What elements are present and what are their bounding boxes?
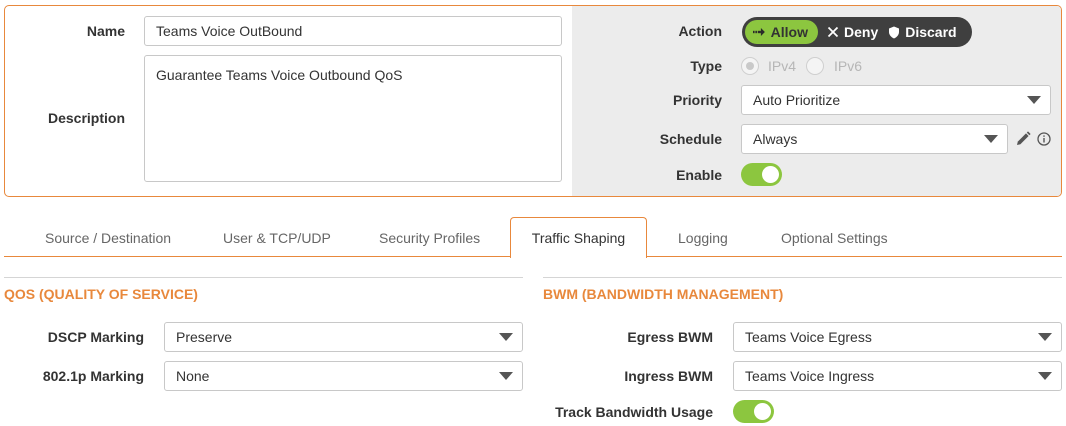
- enable-label: Enable: [676, 167, 722, 183]
- info-icon[interactable]: [1037, 132, 1051, 146]
- qos-divider: [4, 277, 523, 278]
- qos-section-title: QOS (QUALITY OF SERVICE): [4, 286, 198, 302]
- chevron-down-icon: [499, 372, 513, 380]
- dscp-marking-label: DSCP Marking: [47, 329, 144, 345]
- dscp-marking-value: Preserve: [176, 329, 233, 345]
- action-allow-label: Allow: [770, 24, 808, 40]
- shield-icon: [889, 26, 900, 38]
- tab-security-profiles[interactable]: Security Profiles: [379, 230, 480, 246]
- type-ipv6-label: IPv6: [834, 58, 863, 74]
- type-label: Type: [690, 58, 722, 74]
- description-label: Description: [47, 110, 125, 126]
- schedule-select[interactable]: Always: [741, 124, 1008, 154]
- ingress-bwm-value: Teams Voice Ingress: [745, 368, 875, 384]
- egress-bwm-value: Teams Voice Egress: [745, 329, 872, 345]
- action-allow-button[interactable]: Allow: [745, 20, 818, 44]
- chevron-down-icon: [499, 333, 513, 341]
- egress-bwm-label: Egress BWM: [627, 329, 713, 345]
- tab-logging[interactable]: Logging: [678, 230, 728, 246]
- dscp-marking-select[interactable]: Preserve: [164, 322, 523, 352]
- schedule-value: Always: [753, 131, 798, 147]
- schedule-label: Schedule: [659, 131, 722, 147]
- chevron-down-icon: [1027, 96, 1041, 104]
- tab-traffic-shaping[interactable]: Traffic Shaping: [510, 217, 647, 258]
- tab-source-destination[interactable]: Source / Destination: [45, 230, 171, 246]
- bwm-section-title: BWM (BANDWIDTH MANAGEMENT): [543, 286, 784, 302]
- action-segmented-control: Allow Deny Discard: [742, 17, 972, 47]
- p8021-marking-value: None: [176, 368, 210, 384]
- toggle-knob: [754, 403, 771, 420]
- action-label: Action: [678, 23, 722, 39]
- x-icon: [827, 26, 839, 38]
- action-discard-label: Discard: [905, 24, 957, 40]
- priority-select[interactable]: Auto Prioritize: [741, 85, 1051, 115]
- priority-label: Priority: [672, 92, 722, 108]
- tab-user-tcp-udp[interactable]: User & TCP/UDP: [223, 230, 331, 246]
- chevron-down-icon: [984, 135, 998, 143]
- chevron-down-icon: [1038, 372, 1052, 380]
- p8021-marking-label: 802.1p Marking: [42, 368, 144, 384]
- action-deny-button[interactable]: Deny: [818, 20, 887, 44]
- name-label: Name: [86, 23, 125, 39]
- priority-value: Auto Prioritize: [753, 92, 841, 108]
- egress-bwm-select[interactable]: Teams Voice Egress: [733, 322, 1062, 352]
- action-deny-label: Deny: [844, 24, 879, 40]
- bwm-divider: [543, 277, 1062, 278]
- type-ipv4-label: IPv4: [768, 58, 797, 74]
- toggle-knob: [762, 166, 779, 183]
- p8021-marking-select[interactable]: None: [164, 361, 523, 391]
- type-ipv4-radio[interactable]: [741, 57, 759, 75]
- tab-optional-settings[interactable]: Optional Settings: [781, 230, 888, 246]
- description-field[interactable]: Guarantee Teams Voice Outbound QoS: [144, 55, 562, 182]
- arrow-right-icon: [753, 28, 765, 36]
- enable-toggle[interactable]: [741, 163, 782, 186]
- track-bandwidth-label: Track Bandwidth Usage: [555, 404, 713, 420]
- chevron-down-icon: [1038, 333, 1052, 341]
- pencil-icon[interactable]: [1015, 131, 1031, 147]
- type-ipv6-radio[interactable]: [806, 57, 824, 75]
- ingress-bwm-select[interactable]: Teams Voice Ingress: [733, 361, 1062, 391]
- name-field[interactable]: Teams Voice OutBound: [144, 16, 562, 46]
- track-bandwidth-toggle[interactable]: [733, 400, 774, 423]
- ingress-bwm-label: Ingress BWM: [624, 368, 713, 384]
- action-discard-button[interactable]: Discard: [887, 20, 965, 44]
- rule-general-panel: Name Teams Voice OutBound Description Gu…: [4, 5, 1062, 197]
